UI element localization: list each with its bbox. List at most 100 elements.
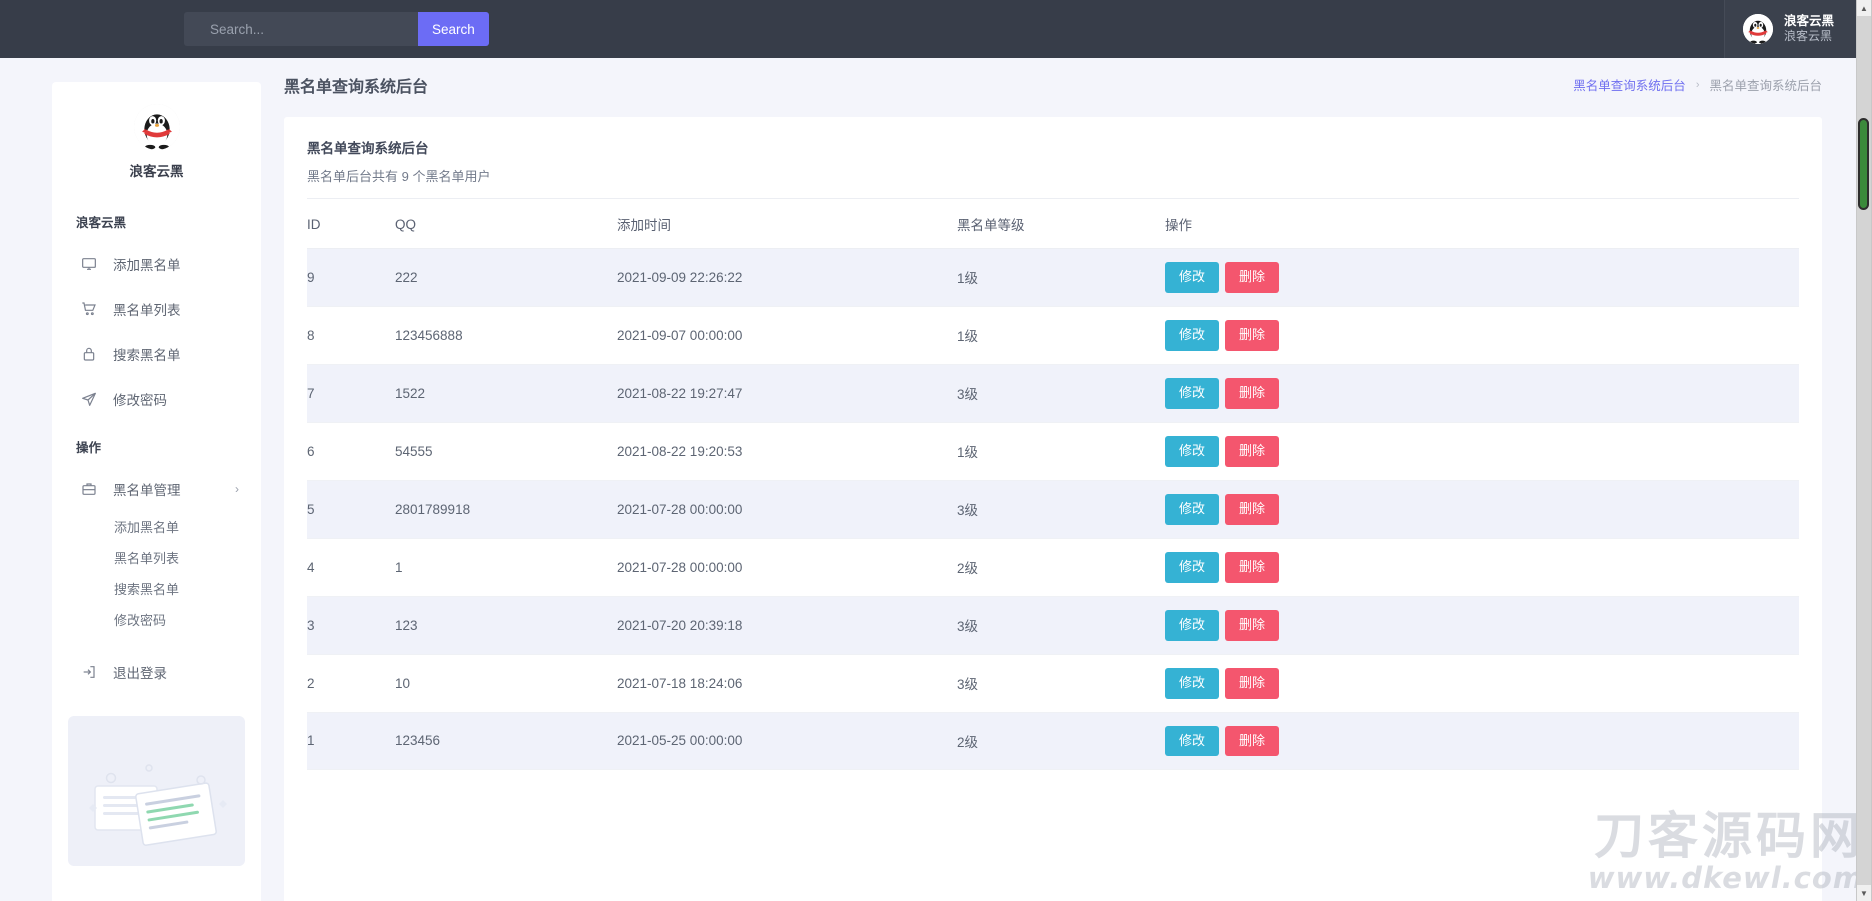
cell-actions: 修改删除: [1165, 596, 1799, 654]
sidebar-item-label: 黑名单列表: [113, 299, 181, 319]
page-header: 黑名单查询系统后台 黑名单查询系统后台 › 黑名单查询系统后台: [261, 58, 1856, 111]
user-menu[interactable]: 浪客云黑 浪客云黑: [1724, 0, 1856, 58]
delete-button[interactable]: 删除: [1225, 262, 1279, 293]
cell-level: 2级: [957, 538, 1165, 596]
monitor-icon: [80, 255, 97, 272]
breadcrumb-link[interactable]: 黑名单查询系统后台: [1573, 75, 1686, 94]
edit-button[interactable]: 修改: [1165, 436, 1219, 467]
delete-button[interactable]: 删除: [1225, 378, 1279, 409]
cell-id: 6: [307, 422, 395, 480]
cell-time: 2021-07-28 00:00:00: [617, 480, 957, 538]
column-header-time: 添加时间: [617, 199, 957, 249]
breadcrumb-current: 黑名单查询系统后台: [1709, 75, 1822, 94]
cell-level: 3级: [957, 596, 1165, 654]
sidebar-profile: 浪客云黑: [52, 104, 261, 196]
table-row: 6545552021-08-22 19:20:531级修改删除: [307, 422, 1799, 480]
table-row: 11234562021-05-25 00:00:002级修改删除: [307, 712, 1799, 770]
search-button[interactable]: Search: [418, 12, 489, 46]
sidebar-item-add-blacklist[interactable]: 添加黑名单: [52, 241, 261, 286]
page-title: 黑名单查询系统后台: [284, 73, 428, 97]
delete-button[interactable]: 删除: [1225, 320, 1279, 351]
edit-button[interactable]: 修改: [1165, 262, 1219, 293]
cell-time: 2021-07-18 18:24:06: [617, 654, 957, 712]
scrollbar-up-arrow-icon[interactable]: ▲: [1857, 0, 1871, 16]
global-search: Search: [184, 12, 489, 46]
edit-button[interactable]: 修改: [1165, 610, 1219, 641]
cell-actions: 修改删除: [1165, 712, 1799, 770]
edit-button[interactable]: 修改: [1165, 494, 1219, 525]
delete-button[interactable]: 删除: [1225, 726, 1279, 757]
sidebar-item-label: 添加黑名单: [113, 254, 181, 274]
briefcase-icon: [80, 480, 97, 497]
delete-button[interactable]: 删除: [1225, 494, 1279, 525]
cell-id: 5: [307, 480, 395, 538]
blacklist-card: 黑名单查询系统后台 黑名单后台共有 9 个黑名单用户 ID QQ 添加时间 黑名…: [284, 117, 1822, 901]
delete-button[interactable]: 删除: [1225, 610, 1279, 641]
cell-level: 1级: [957, 249, 1165, 307]
cell-qq: 1522: [395, 364, 617, 422]
sidebar-item-logout[interactable]: 退出登录: [52, 649, 261, 694]
edit-button[interactable]: 修改: [1165, 552, 1219, 583]
cell-qq: 10: [395, 654, 617, 712]
delete-button[interactable]: 删除: [1225, 552, 1279, 583]
page-scrollbar[interactable]: ▲ ▼: [1856, 0, 1872, 901]
table-row: 31232021-07-20 20:39:183级修改删除: [307, 596, 1799, 654]
sidebar-profile-name: 浪客云黑: [130, 160, 184, 180]
sidebar-subitem-search-blacklist[interactable]: 搜索黑名单: [52, 573, 261, 604]
sidebar-subitem-add-blacklist[interactable]: 添加黑名单: [52, 511, 261, 542]
table-row: 715222021-08-22 19:27:473级修改删除: [307, 364, 1799, 422]
scrollbar-down-arrow-icon[interactable]: ▼: [1857, 885, 1871, 901]
cell-actions: 修改删除: [1165, 422, 1799, 480]
edit-button[interactable]: 修改: [1165, 320, 1219, 351]
delete-button[interactable]: 删除: [1225, 668, 1279, 699]
sidebar-group-title-two: 操作: [52, 421, 261, 466]
column-header-action: 操作: [1165, 199, 1799, 249]
delete-button[interactable]: 删除: [1225, 436, 1279, 467]
cell-qq: 1: [395, 538, 617, 596]
sidebar-item-search-blacklist[interactable]: 搜索黑名单: [52, 331, 261, 376]
column-header-id: ID: [307, 199, 395, 249]
cell-qq: 123456: [395, 712, 617, 770]
cell-level: 3级: [957, 654, 1165, 712]
cell-level: 1级: [957, 306, 1165, 364]
search-input[interactable]: [184, 12, 418, 46]
scrollbar-thumb[interactable]: [1858, 118, 1869, 210]
cell-actions: 修改删除: [1165, 480, 1799, 538]
cell-time: 2021-07-28 00:00:00: [617, 538, 957, 596]
edit-button[interactable]: 修改: [1165, 668, 1219, 699]
table-head: ID QQ 添加时间 黑名单等级 操作: [307, 199, 1799, 249]
user-name: 浪客云黑: [1784, 14, 1834, 30]
cell-actions: 修改删除: [1165, 306, 1799, 364]
cell-actions: 修改删除: [1165, 364, 1799, 422]
cell-qq: 222: [395, 249, 617, 307]
cell-id: 8: [307, 306, 395, 364]
table-row: 2102021-07-18 18:24:063级修改删除: [307, 654, 1799, 712]
edit-button[interactable]: 修改: [1165, 378, 1219, 409]
app-root: Search: [0, 0, 1872, 901]
promo-illustration-icon: [77, 744, 237, 866]
column-header-qq: QQ: [395, 199, 617, 249]
sidebar-item-blacklist-management[interactable]: 黑名单管理 ›: [52, 466, 261, 511]
edit-button[interactable]: 修改: [1165, 726, 1219, 757]
sidebar: 浪客云黑 浪客云黑 添加黑名单 黑名单列表: [52, 82, 261, 901]
user-info: 浪客云黑 浪客云黑: [1784, 14, 1834, 45]
sidebar-item-label: 退出登录: [113, 662, 167, 682]
cell-time: 2021-09-09 22:26:22: [617, 249, 957, 307]
table-body: 92222021-09-09 22:26:221级修改删除81234568882…: [307, 249, 1799, 770]
top-bar: Search: [0, 0, 1856, 58]
lock-icon: [80, 345, 97, 362]
table-row: 81234568882021-09-07 00:00:001级修改删除: [307, 306, 1799, 364]
sidebar-subitem-change-password[interactable]: 修改密码: [52, 604, 261, 635]
sidebar-promo-card[interactable]: [68, 716, 245, 866]
cell-time: 2021-08-22 19:27:47: [617, 364, 957, 422]
sidebar-item-change-password[interactable]: 修改密码: [52, 376, 261, 421]
table-row: 412021-07-28 00:00:002级修改删除: [307, 538, 1799, 596]
chevron-right-icon: ›: [235, 483, 239, 495]
sidebar-subitem-blacklist-list[interactable]: 黑名单列表: [52, 542, 261, 573]
qq-penguin-avatar-icon: [1743, 14, 1773, 44]
sidebar-item-blacklist-list[interactable]: 黑名单列表: [52, 286, 261, 331]
cell-qq: 123: [395, 596, 617, 654]
cell-time: 2021-07-20 20:39:18: [617, 596, 957, 654]
logout-icon: [80, 663, 97, 680]
send-icon: [80, 390, 97, 407]
